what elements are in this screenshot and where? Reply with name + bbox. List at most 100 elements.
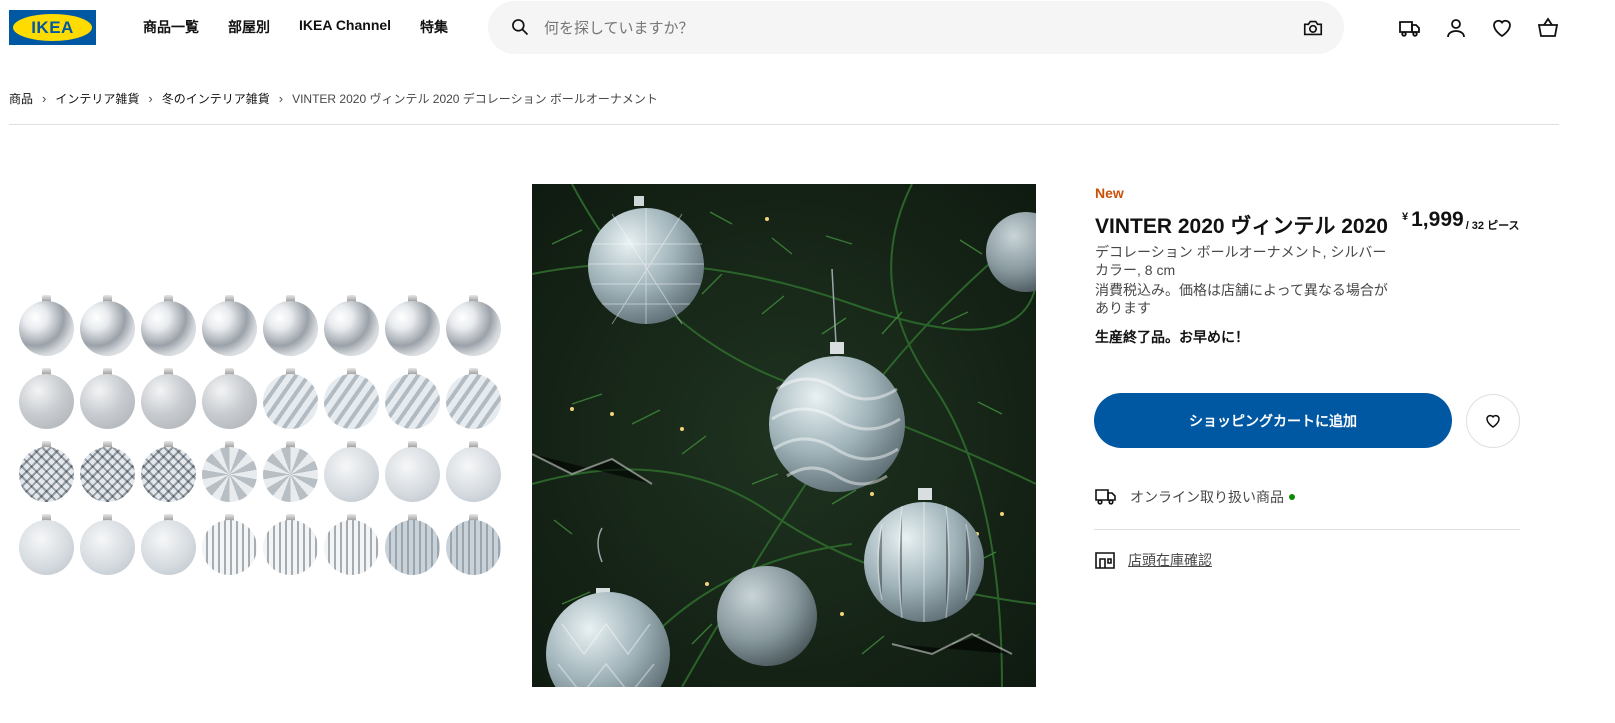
- price-currency: ¥: [1402, 211, 1409, 223]
- ornament-ball: [260, 293, 321, 366]
- search-input[interactable]: [544, 15, 1264, 41]
- ornament-ball: [16, 439, 77, 512]
- ornament-ball: [199, 366, 260, 439]
- ornament-ball: [321, 293, 382, 366]
- product-description: デコレーション ボールオーナメント, シルバーカラー, 8 cm: [1095, 244, 1387, 278]
- ornament-ball: [382, 512, 443, 585]
- header-icons: [1398, 16, 1560, 40]
- ornament-ball: [77, 366, 138, 439]
- ornament-glitter: [324, 447, 379, 502]
- chevron-right-icon: ›: [278, 91, 284, 106]
- ornament-facet: [202, 447, 257, 502]
- ornament-glitter: [19, 520, 74, 575]
- ornament-ball: [77, 293, 138, 366]
- ornament-diamond: [80, 447, 135, 502]
- ornament-matte: [141, 374, 196, 429]
- breadcrumb: 商品 › インテリア雑貨 › 冬のインテリア雑貨 › VINTER 2020 ヴ…: [9, 90, 658, 107]
- ornament-glitter: [385, 447, 440, 502]
- ornament-ball: [260, 512, 321, 585]
- user-icon[interactable]: [1444, 16, 1468, 40]
- store-icon: [1095, 552, 1115, 569]
- ornament-diamond: [19, 447, 74, 502]
- heart-icon[interactable]: [1490, 16, 1514, 40]
- ikea-logo[interactable]: IKEA: [9, 10, 96, 45]
- add-to-cart-button[interactable]: ショッピングカートに追加: [1094, 393, 1452, 448]
- add-to-wishlist-button[interactable]: [1466, 394, 1520, 448]
- store-stock-check[interactable]: 店頭在庫確認: [1094, 550, 1212, 570]
- ornament-ball: [443, 366, 504, 439]
- search-icon[interactable]: [510, 17, 530, 37]
- logo-oval: IKEA: [13, 14, 92, 41]
- ornament-shiny: [19, 301, 74, 356]
- ornament-ball: [199, 439, 260, 512]
- chevron-right-icon: ›: [42, 91, 47, 106]
- nav-ikea-channel[interactable]: IKEA Channel: [299, 17, 391, 37]
- nav-features[interactable]: 特集: [420, 17, 448, 37]
- ornament-ball: [138, 439, 199, 512]
- ornament-shiny: [141, 301, 196, 356]
- ornament-ribbed: [202, 520, 257, 575]
- ornament-ball: [199, 293, 260, 366]
- store-stock-check-link[interactable]: 店頭在庫確認: [1128, 550, 1212, 570]
- tree-photo-illustration: [532, 184, 1036, 687]
- ornament-ribbed-blue: [385, 520, 440, 575]
- ornament-ball: [260, 439, 321, 512]
- ornament-ball: [138, 366, 199, 439]
- ornament-ball: [382, 293, 443, 366]
- shopping-bag-icon[interactable]: [1536, 16, 1560, 40]
- ornament-matte: [202, 374, 257, 429]
- ornament-shiny: [385, 301, 440, 356]
- breadcrumb-winter-interior[interactable]: 冬のインテリア雑貨: [162, 90, 270, 107]
- ornament-diamond: [141, 447, 196, 502]
- ornament-shiny: [263, 301, 318, 356]
- ornament-ball: [443, 439, 504, 512]
- heart-icon: [1486, 414, 1500, 428]
- breadcrumb-interior[interactable]: インテリア雑貨: [55, 90, 139, 107]
- price-note: 消費税込み。価格は店舗によって異なる場合があります: [1095, 282, 1388, 316]
- price-unit: / 32 ピース: [1465, 220, 1520, 232]
- nav-rooms[interactable]: 部屋別: [228, 17, 270, 37]
- ornament-shiny: [80, 301, 135, 356]
- ornament-glitter: [141, 520, 196, 575]
- product-image-ornament-set[interactable]: [16, 293, 505, 583]
- ornament-shiny: [202, 301, 257, 356]
- ornament-ribbed-blue: [446, 520, 501, 575]
- ornament-ball: [321, 366, 382, 439]
- discontinued-notice: 生産終了品。お早めに！: [1095, 329, 1249, 345]
- ornament-ball: [321, 512, 382, 585]
- ornament-ball: [443, 293, 504, 366]
- ornament-ball: [443, 512, 504, 585]
- ornament-swirl: [385, 374, 440, 429]
- ornament-ball: [16, 293, 77, 366]
- availability-dot: [1289, 494, 1295, 500]
- ornament-ball: [260, 366, 321, 439]
- ornament-ball: [321, 439, 382, 512]
- ornament-ball: [138, 293, 199, 366]
- ornament-matte: [19, 374, 74, 429]
- ornament-ball: [16, 512, 77, 585]
- ornament-ribbed: [263, 520, 318, 575]
- delivery-truck-icon[interactable]: [1398, 16, 1422, 40]
- site-header: IKEA 商品一覧 部屋別 IKEA Channel 特集: [0, 0, 1615, 56]
- camera-icon[interactable]: [1302, 17, 1324, 39]
- search-bar: [488, 1, 1344, 54]
- new-tag: New: [1095, 185, 1124, 201]
- nav-products[interactable]: 商品一覧: [143, 17, 199, 37]
- breadcrumb-products[interactable]: 商品: [9, 90, 33, 107]
- online-availability-label: オンライン取り扱い商品: [1130, 489, 1284, 505]
- ornament-swirl: [324, 374, 379, 429]
- info-divider: [1094, 529, 1520, 530]
- price-amount: 1,999: [1411, 208, 1464, 231]
- ornament-ribbed: [324, 520, 379, 575]
- ornament-facet: [263, 447, 318, 502]
- ornament-ball: [77, 439, 138, 512]
- product-title: VINTER 2020 ヴィンテル 2020: [1095, 215, 1388, 238]
- chevron-right-icon: ›: [148, 91, 153, 106]
- product-image-tree[interactable]: [532, 184, 1036, 687]
- ornament-swirl: [446, 374, 501, 429]
- breadcrumb-current: VINTER 2020 ヴィンテル 2020 デコレーション ボールオーナメント: [292, 92, 658, 106]
- ornament-ball: [16, 366, 77, 439]
- ornament-glitter: [80, 520, 135, 575]
- ornament-swirl: [263, 374, 318, 429]
- ornament-ball: [382, 439, 443, 512]
